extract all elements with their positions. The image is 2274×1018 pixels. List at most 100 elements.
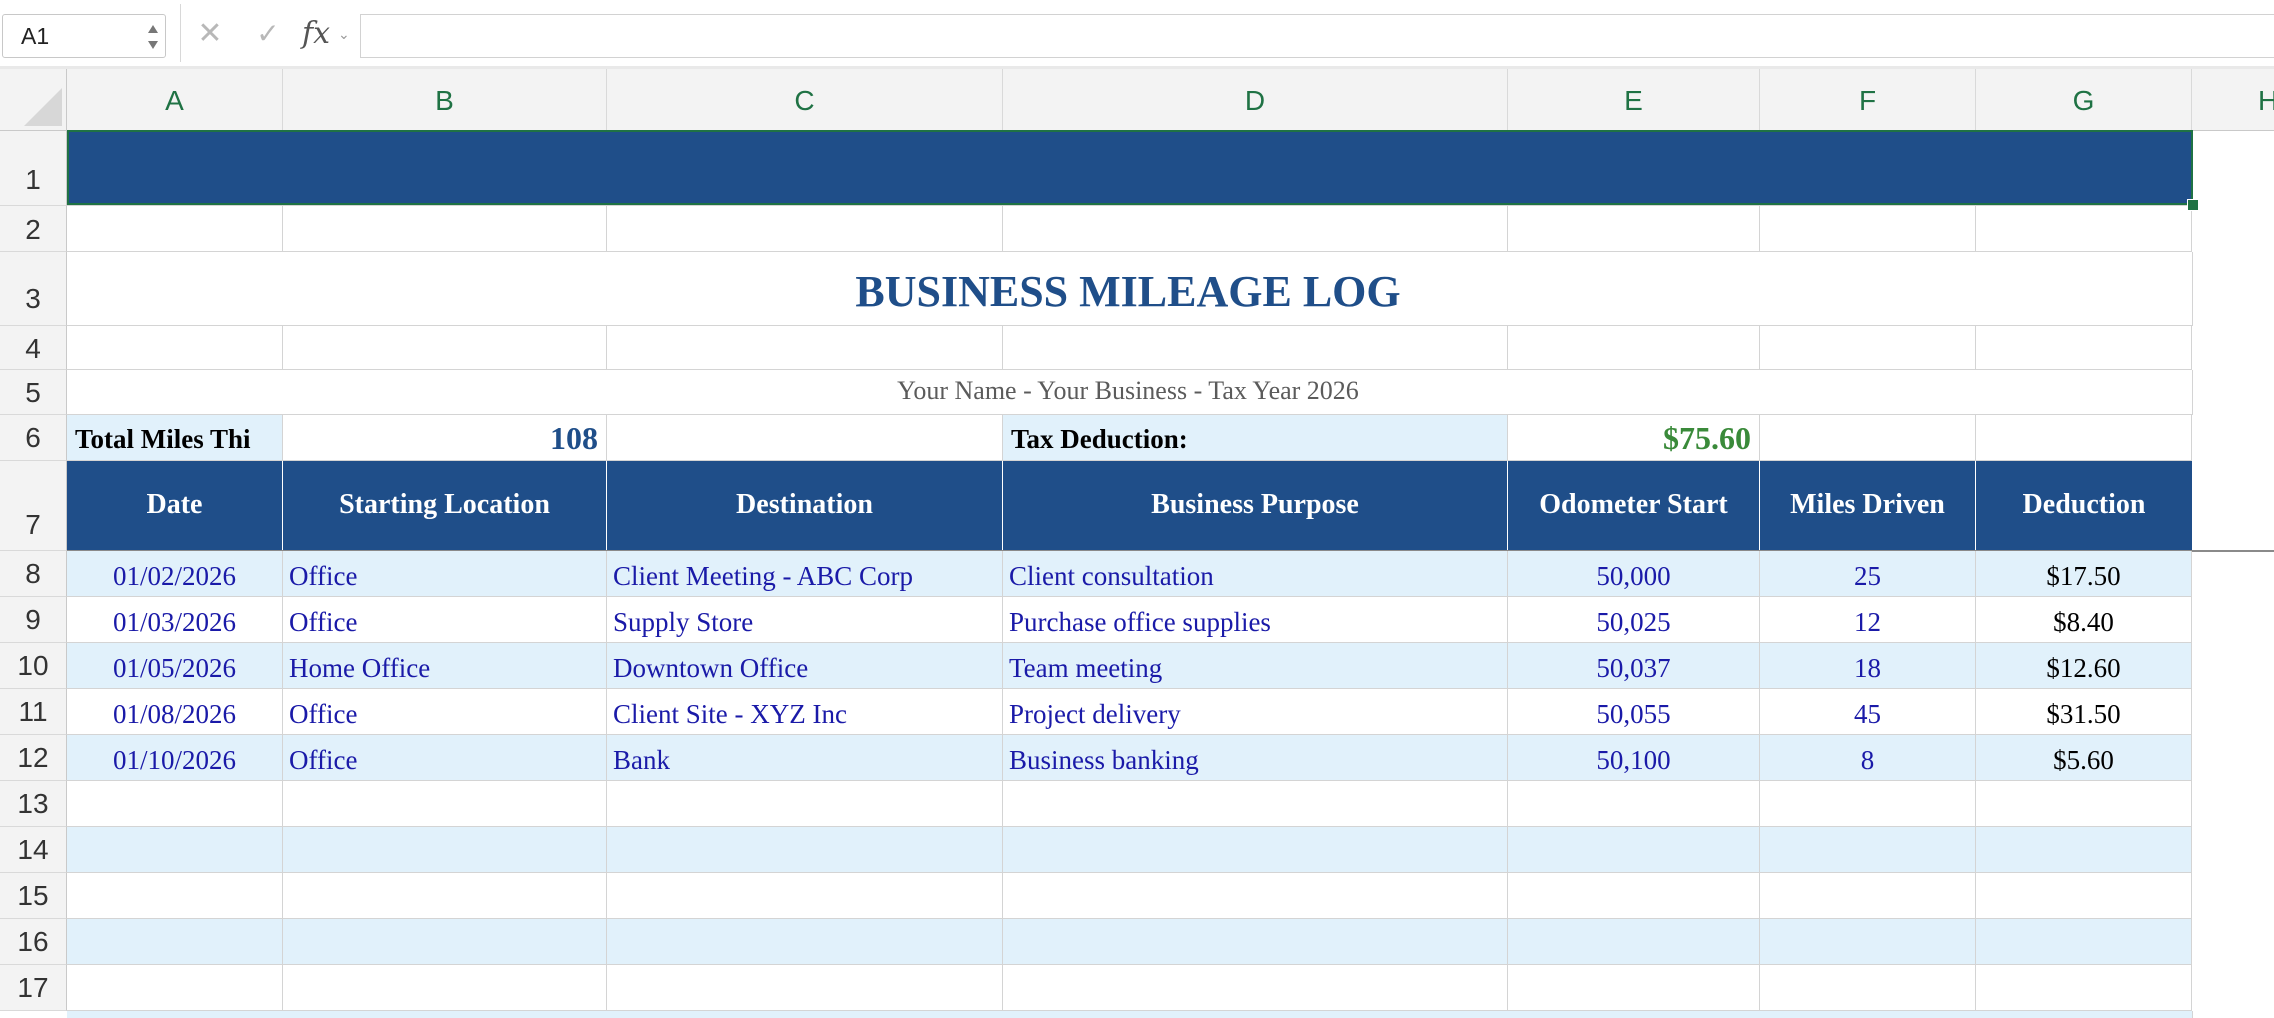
odometer-cell[interactable]: 50,000 bbox=[1508, 551, 1760, 597]
cell[interactable] bbox=[1003, 206, 1508, 252]
deduction-cell[interactable]: $17.50 bbox=[1976, 551, 2192, 597]
deduction-cell[interactable]: $5.60 bbox=[1976, 735, 2192, 781]
confirm-icon[interactable]: ✓ bbox=[254, 20, 282, 48]
select-all-corner[interactable] bbox=[0, 69, 67, 131]
odometer-cell[interactable]: 50,025 bbox=[1508, 597, 1760, 643]
name-box[interactable]: A1 bbox=[2, 14, 166, 58]
cell[interactable] bbox=[1003, 827, 1508, 873]
title-cell[interactable]: BUSINESS MILEAGE LOG bbox=[67, 252, 2193, 326]
cell[interactable] bbox=[1508, 873, 1760, 919]
cell[interactable] bbox=[1760, 415, 1976, 461]
cell[interactable] bbox=[1976, 206, 2192, 252]
cell[interactable] bbox=[1003, 781, 1508, 827]
insert-function-icon[interactable]: fx bbox=[302, 16, 330, 51]
miles-cell[interactable]: 12 bbox=[1760, 597, 1976, 643]
row-header-8[interactable]: 8 bbox=[0, 551, 67, 597]
row-header-6[interactable]: 6 bbox=[0, 415, 67, 461]
deduction-cell[interactable]: $31.50 bbox=[1976, 689, 2192, 735]
cell[interactable] bbox=[283, 827, 607, 873]
cell[interactable] bbox=[1003, 873, 1508, 919]
cell[interactable] bbox=[1760, 919, 1976, 965]
odometer-cell[interactable]: 50,055 bbox=[1508, 689, 1760, 735]
cell[interactable] bbox=[1508, 919, 1760, 965]
date-cell[interactable]: 01/05/2026 bbox=[67, 643, 283, 689]
purpose-cell[interactable]: Project delivery bbox=[1003, 689, 1508, 735]
column-header-b[interactable]: B bbox=[283, 69, 607, 131]
header-destination-cell[interactable]: Destination bbox=[607, 461, 1003, 551]
cell[interactable] bbox=[1003, 965, 1508, 1011]
cell[interactable] bbox=[283, 781, 607, 827]
cell[interactable] bbox=[1508, 326, 1760, 370]
cell[interactable] bbox=[1760, 965, 1976, 1011]
header-date-cell[interactable]: Date bbox=[67, 461, 283, 551]
cell[interactable] bbox=[1760, 206, 1976, 252]
tax-deduction-value-cell[interactable]: $75.60 bbox=[1508, 415, 1760, 461]
row-header-3[interactable]: 3 bbox=[0, 252, 67, 326]
destination-cell[interactable]: Supply Store bbox=[607, 597, 1003, 643]
purpose-cell[interactable]: Client consultation bbox=[1003, 551, 1508, 597]
cell[interactable] bbox=[67, 827, 283, 873]
odometer-cell[interactable]: 50,100 bbox=[1508, 735, 1760, 781]
column-header-f[interactable]: F bbox=[1760, 69, 1976, 131]
cell[interactable] bbox=[1976, 827, 2192, 873]
cell[interactable] bbox=[1760, 781, 1976, 827]
cell[interactable] bbox=[1976, 965, 2192, 1011]
cell[interactable] bbox=[1976, 781, 2192, 827]
column-header-h[interactable]: H bbox=[2192, 69, 2274, 131]
header-miles-driven-cell[interactable]: Miles Driven bbox=[1760, 461, 1976, 551]
cell[interactable] bbox=[1003, 919, 1508, 965]
cell[interactable] bbox=[1976, 873, 2192, 919]
cell[interactable] bbox=[67, 206, 283, 252]
cell[interactable] bbox=[67, 1011, 2193, 1018]
row-header-5[interactable]: 5 bbox=[0, 370, 67, 415]
chevron-down-icon[interactable]: ⌄ bbox=[338, 26, 350, 43]
cell[interactable] bbox=[1003, 326, 1508, 370]
cell[interactable] bbox=[67, 873, 283, 919]
cell[interactable] bbox=[67, 965, 283, 1011]
destination-cell[interactable]: Bank bbox=[607, 735, 1003, 781]
start-cell[interactable]: Home Office bbox=[283, 643, 607, 689]
header-starting-location-cell[interactable]: Starting Location bbox=[283, 461, 607, 551]
cell[interactable] bbox=[67, 781, 283, 827]
column-header-e[interactable]: E bbox=[1508, 69, 1760, 131]
cell[interactable] bbox=[1976, 326, 2192, 370]
header-business-purpose-cell[interactable]: Business Purpose bbox=[1003, 461, 1508, 551]
row-header-15[interactable]: 15 bbox=[0, 873, 67, 919]
row-header-7[interactable]: 7 bbox=[0, 461, 67, 551]
cell[interactable] bbox=[1508, 781, 1760, 827]
date-cell[interactable]: 01/02/2026 bbox=[67, 551, 283, 597]
column-header-d[interactable]: D bbox=[1003, 69, 1508, 131]
row-header-12[interactable]: 12 bbox=[0, 735, 67, 781]
deduction-cell[interactable]: $8.40 bbox=[1976, 597, 2192, 643]
cell[interactable] bbox=[607, 415, 1003, 461]
cell[interactable] bbox=[283, 326, 607, 370]
cell[interactable] bbox=[1760, 873, 1976, 919]
row-header-16[interactable]: 16 bbox=[0, 919, 67, 965]
cell[interactable] bbox=[283, 873, 607, 919]
purpose-cell[interactable]: Purchase office supplies bbox=[1003, 597, 1508, 643]
cell[interactable] bbox=[607, 965, 1003, 1011]
destination-cell[interactable]: Client Site - XYZ Inc bbox=[607, 689, 1003, 735]
row-header-1[interactable]: 1 bbox=[0, 131, 67, 206]
miles-cell[interactable]: 8 bbox=[1760, 735, 1976, 781]
header-odometer-start-cell[interactable]: Odometer Start bbox=[1508, 461, 1760, 551]
cell[interactable] bbox=[283, 919, 607, 965]
header-deduction-cell[interactable]: Deduction bbox=[1976, 461, 2192, 551]
cell[interactable] bbox=[67, 326, 283, 370]
cell[interactable] bbox=[1976, 919, 2192, 965]
row-header-14[interactable]: 14 bbox=[0, 827, 67, 873]
destination-cell[interactable]: Downtown Office bbox=[607, 643, 1003, 689]
total-miles-value-cell[interactable]: 108 bbox=[283, 415, 607, 461]
row-header-11[interactable]: 11 bbox=[0, 689, 67, 735]
purpose-cell[interactable]: Team meeting bbox=[1003, 643, 1508, 689]
start-cell[interactable]: Office bbox=[283, 597, 607, 643]
row-header-2[interactable]: 2 bbox=[0, 206, 67, 252]
cell[interactable] bbox=[1508, 206, 1760, 252]
cell[interactable] bbox=[67, 919, 283, 965]
date-cell[interactable]: 01/08/2026 bbox=[67, 689, 283, 735]
start-cell[interactable]: Office bbox=[283, 551, 607, 597]
row-header-13[interactable]: 13 bbox=[0, 781, 67, 827]
column-header-g[interactable]: G bbox=[1976, 69, 2192, 131]
column-header-a[interactable]: A bbox=[67, 69, 283, 131]
row-header-10[interactable]: 10 bbox=[0, 643, 67, 689]
